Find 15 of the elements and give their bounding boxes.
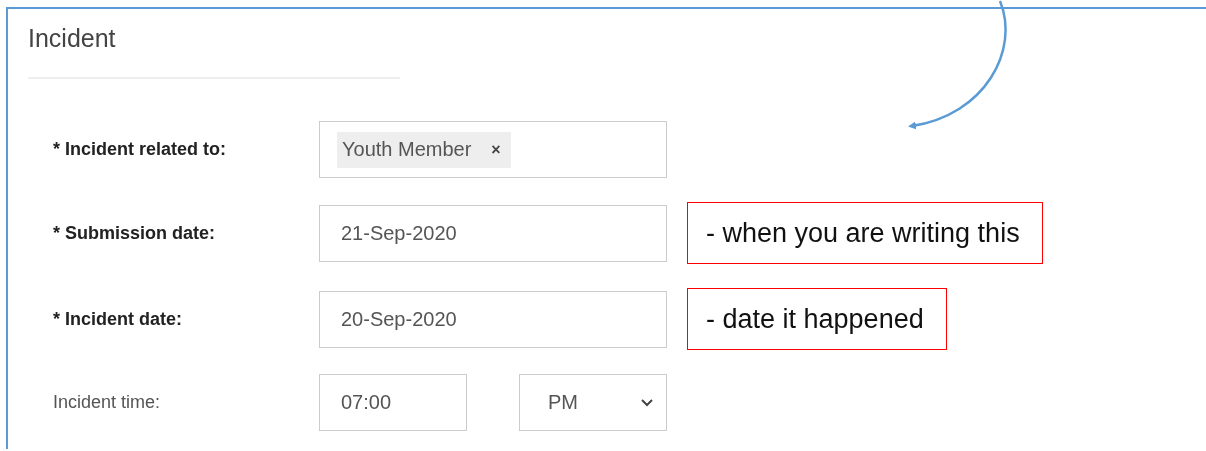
section-title: Incident <box>28 23 117 53</box>
field-label: * Incident related to: <box>53 139 228 160</box>
field-label: Incident time: <box>53 392 162 413</box>
annotation-callout: - date it happened <box>687 288 947 350</box>
caret-icon <box>640 398 654 407</box>
field-label: * Incident date: <box>53 308 183 330</box>
annotation-callout: - when you are writing this <box>687 202 1043 264</box>
tag-label: Youth Member <box>342 138 472 161</box>
field-label: * Submission date: <box>53 222 217 244</box>
period-dropdown[interactable]: PM <box>519 374 667 431</box>
time-input-field[interactable]: 07:00 <box>319 374 467 431</box>
date-input-field[interactable]: 21-Sep-2020 <box>319 204 667 262</box>
remove-tag-button[interactable]: × <box>487 140 505 159</box>
date-input-field[interactable]: 20-Sep-2020 <box>319 290 667 348</box>
tag-input-field[interactable]: Youth Member × <box>319 121 667 178</box>
